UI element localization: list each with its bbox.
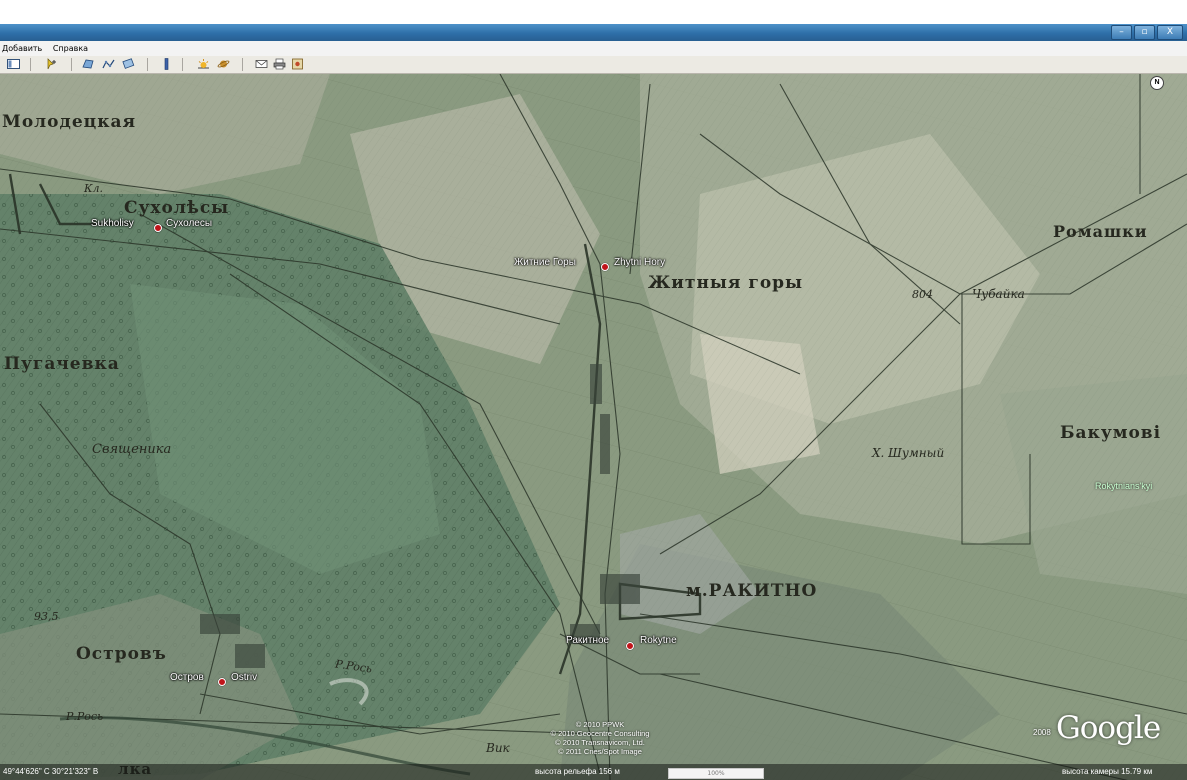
minimize-button[interactable]: – bbox=[1111, 25, 1132, 40]
place-label-ostriv[interactable]: Ostriv bbox=[231, 672, 257, 683]
old-map-label-kh-shumny: Х. Шумный bbox=[872, 446, 945, 460]
toolbar-separator bbox=[147, 58, 148, 71]
print-icon[interactable] bbox=[273, 58, 286, 70]
place-marker-sukholisy[interactable] bbox=[154, 224, 162, 232]
place-label-rakitnoe[interactable]: Ракитное bbox=[566, 635, 609, 646]
place-label-sukholisy-cyrillic[interactable]: Сухолесы bbox=[166, 218, 212, 229]
menu-bar: Добавить Справка bbox=[0, 41, 1187, 57]
place-label-zhytni-hory[interactable]: Zhytni Hory bbox=[614, 257, 665, 268]
old-map-elevation-935: 93,5 bbox=[34, 610, 59, 623]
window-controls: – ▫ X bbox=[1111, 25, 1183, 40]
maximize-button[interactable]: ▫ bbox=[1134, 25, 1155, 40]
planets-icon[interactable] bbox=[217, 58, 230, 70]
ruler-icon[interactable] bbox=[160, 58, 173, 70]
place-label-ostrov[interactable]: Остров bbox=[170, 672, 204, 683]
copyright-line: © 2010 Geocentre Consulting bbox=[550, 729, 650, 738]
copyright-line: © 2010 PPWK bbox=[575, 720, 625, 729]
place-label-rokytnianskyi[interactable]: Rokytnians'kyi bbox=[1095, 481, 1152, 491]
status-eye-altitude: высота камеры 15.79 км bbox=[1062, 767, 1153, 776]
close-button[interactable]: X bbox=[1157, 25, 1183, 40]
status-elevation: высота рельефа 156 м bbox=[535, 767, 620, 776]
old-map-label-chubaika: Чубайка bbox=[972, 287, 1025, 301]
toolbar bbox=[0, 56, 1187, 74]
place-marker-rokytne[interactable] bbox=[626, 642, 634, 650]
old-map-label-kl: Кл. bbox=[84, 182, 104, 195]
status-coordinates: 49°44'626" С 30°21'323" В bbox=[3, 767, 99, 776]
sidebar-toggle-icon[interactable] bbox=[7, 58, 20, 70]
place-label-sukholisy-latin[interactable]: Sukholisy bbox=[91, 218, 134, 229]
sun-icon[interactable] bbox=[197, 58, 210, 70]
copyright-line: © 2011 Cnes/Spot Image bbox=[558, 747, 642, 756]
copyright-notice: © 2010 PPWK © 2010 Geocentre Consulting … bbox=[520, 720, 680, 756]
place-marker-zhytni-hory[interactable] bbox=[601, 263, 609, 271]
path-icon[interactable] bbox=[102, 58, 115, 70]
toolbar-separator bbox=[182, 58, 183, 71]
map-viewport[interactable]: Молодецкая Кл. Сухолѣсы Житныя горы Рома… bbox=[0, 74, 1187, 780]
imagery-year: 2008 bbox=[1033, 728, 1051, 737]
toolbar-separator bbox=[242, 58, 243, 71]
old-map-label-pugachevka: Пугачевка bbox=[4, 354, 120, 374]
toolbar-separator bbox=[30, 58, 31, 71]
old-map-label-ostrov: Островъ bbox=[76, 644, 167, 664]
copyright-line: © 2010 Transnavicom, Ltd. bbox=[555, 738, 645, 747]
window-titlebar[interactable]: – ▫ X bbox=[0, 24, 1187, 41]
old-map-label-molodetskaya: Молодецкая bbox=[2, 112, 137, 132]
polygon-icon[interactable] bbox=[82, 58, 95, 70]
old-map-label-zhitnye-gory: Житныя горы bbox=[648, 273, 804, 293]
place-marker-ostriv[interactable] bbox=[218, 678, 226, 686]
email-icon[interactable] bbox=[255, 58, 268, 70]
streaming-progress-bar: 100% bbox=[668, 768, 764, 779]
old-map-label-sukholesy: Сухолѣсы bbox=[124, 198, 230, 218]
old-map-label-vik: Вик bbox=[486, 741, 510, 755]
status-bar: 49°44'626" С 30°21'323" В высота рельефа… bbox=[0, 764, 1187, 780]
screen-top-margin bbox=[0, 0, 1187, 24]
old-map-label-river-ros-2: Р.Рось bbox=[66, 710, 104, 723]
compass-north-icon[interactable]: N bbox=[1150, 76, 1164, 90]
old-map-label-svyashchenika: Священика bbox=[92, 442, 172, 457]
old-map-label-romashki: Ромашки bbox=[1053, 222, 1148, 241]
place-label-zhitnye-gory[interactable]: Житние Горы bbox=[514, 257, 576, 268]
toolbar-separator bbox=[71, 58, 72, 71]
google-logo: Google bbox=[1056, 710, 1161, 746]
old-map-elevation-804: 804 bbox=[912, 288, 933, 301]
map-view-icon[interactable] bbox=[291, 58, 304, 70]
place-label-rokytne[interactable]: Rokytne bbox=[640, 635, 677, 646]
menu-item-help[interactable]: Справка bbox=[51, 44, 90, 53]
old-map-label-rakitno: м.РАКИТНО bbox=[686, 581, 818, 601]
placemark-icon[interactable] bbox=[45, 58, 58, 70]
old-map-label-bakumovka: Бакумові bbox=[1060, 423, 1162, 443]
menu-item-add[interactable]: Добавить bbox=[0, 44, 44, 53]
overlay-icon[interactable] bbox=[122, 58, 135, 70]
